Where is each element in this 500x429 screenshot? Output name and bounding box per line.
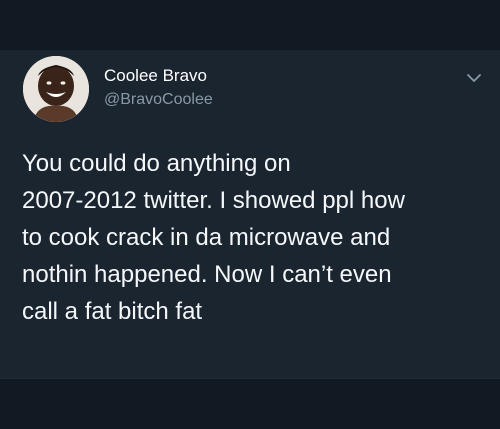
avatar[interactable] [23, 56, 89, 122]
tweet-text-line: You could do anything on [22, 150, 291, 177]
avatar-image [23, 56, 89, 122]
tweet-text-line: nothin happened. Now I can’t even [22, 261, 392, 288]
tweet-text-line: call a fat bitch fat [22, 298, 203, 325]
tweet-text-line: to cook crack in da microwave and [22, 224, 391, 251]
top-bar [0, 0, 500, 51]
bottom-bar [0, 378, 500, 429]
display-name[interactable]: Coolee Bravo [104, 66, 207, 86]
user-handle[interactable]: @BravoCoolee [104, 91, 213, 109]
tweet-text: You could do anything on 2007-2012 twitt… [22, 145, 482, 330]
tweet-text-line: 2007-2012 twitter. I showed ppl how [22, 187, 405, 214]
chevron-down-icon[interactable] [464, 68, 484, 88]
tweet-screenshot: Coolee Bravo @BravoCoolee You could do a… [0, 0, 500, 429]
